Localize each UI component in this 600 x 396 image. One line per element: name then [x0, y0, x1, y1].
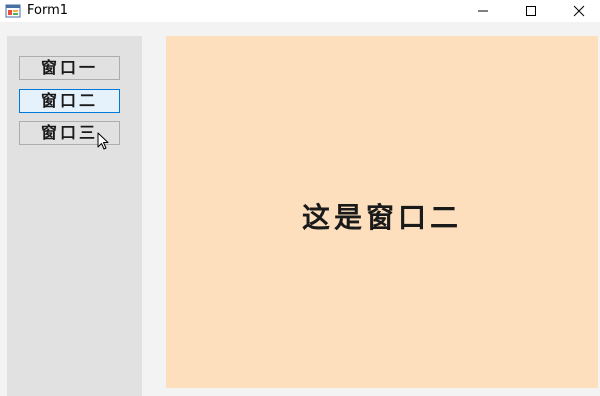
app-form-icon[interactable]: [5, 3, 21, 19]
close-button[interactable]: [556, 0, 600, 22]
maximize-button[interactable]: [508, 0, 554, 22]
close-icon: [573, 5, 585, 17]
window-one-button[interactable]: 窗口一: [19, 56, 120, 80]
content-heading: 这是窗口二: [301, 201, 462, 234]
window-title: Form1: [27, 3, 69, 18]
client-area: 窗口一 窗口二 窗口三 这是窗口二: [0, 22, 600, 396]
maximize-icon: [526, 6, 536, 16]
minimize-icon: [478, 10, 488, 12]
app-window: Form1 窗口一 窗口二 窗口三 这是窗口二: [0, 0, 600, 396]
content-panel: 这是窗口二: [166, 36, 598, 388]
mouse-pointer-icon: [97, 132, 109, 150]
title-bar[interactable]: Form1: [0, 0, 600, 22]
window-two-button[interactable]: 窗口二: [19, 89, 120, 113]
minimize-button[interactable]: [460, 0, 506, 22]
sidebar-panel: 窗口一 窗口二 窗口三: [7, 36, 142, 396]
